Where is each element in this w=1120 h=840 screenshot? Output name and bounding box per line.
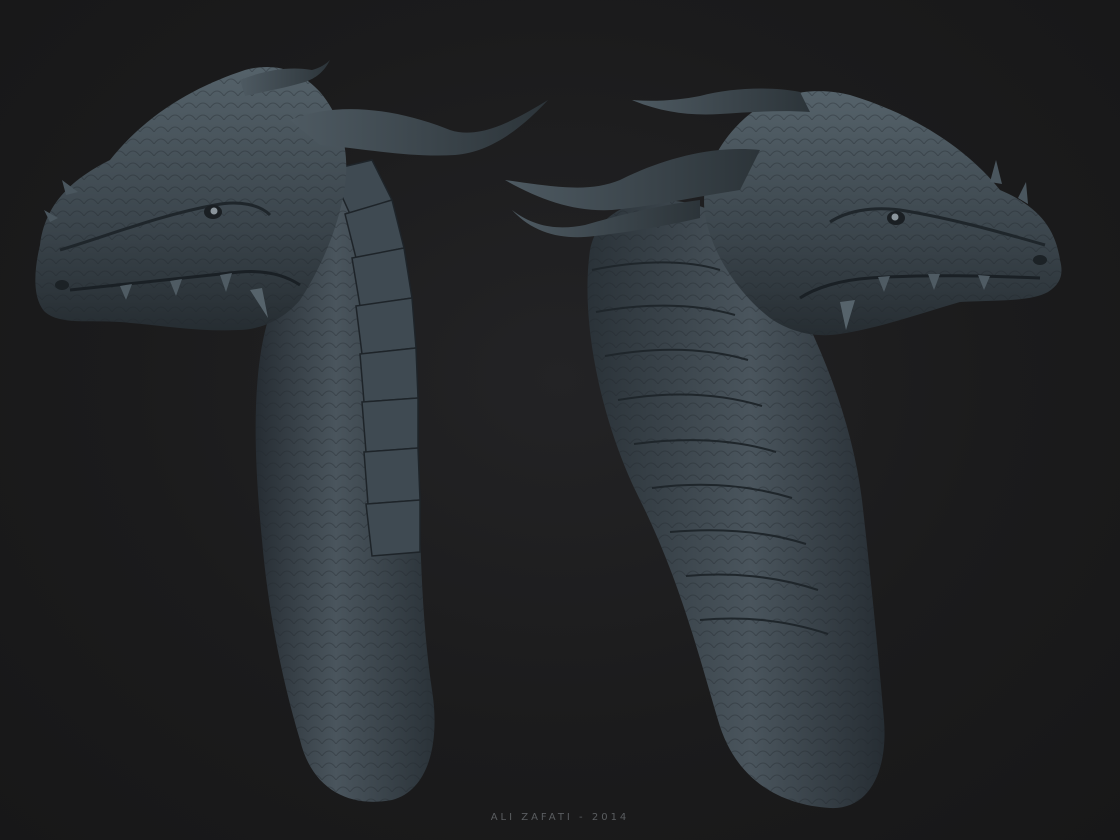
dragon-right-view [505, 88, 1062, 809]
dragon-left-view [35, 60, 548, 802]
dragon-right-horn-top [632, 88, 810, 115]
render-canvas: ALI ZAFATI - 2014 [0, 0, 1120, 840]
dragon-render [35, 60, 1062, 809]
dragon-right-spike [990, 160, 1002, 184]
artist-credit: ALI ZAFATI - 2014 [490, 812, 630, 823]
